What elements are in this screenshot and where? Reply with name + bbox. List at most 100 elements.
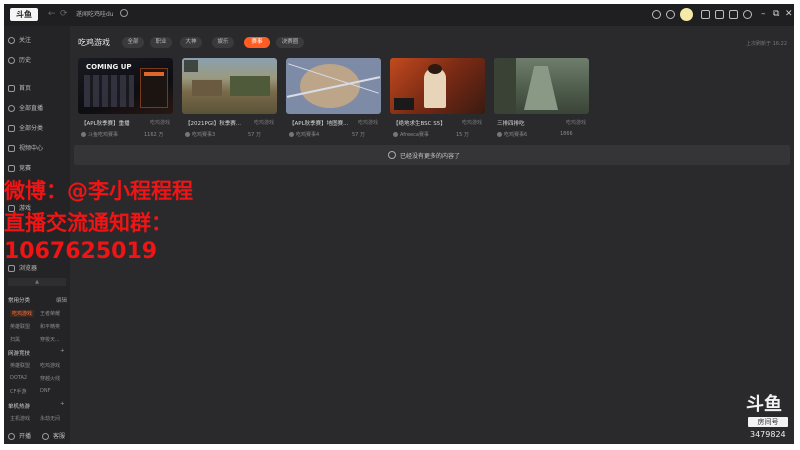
sidebar-item-label: 浏览器 [19, 265, 38, 272]
chip-filter[interactable]: 决赛圈 [276, 37, 304, 48]
category-item[interactable]: 吃鸡游戏 [40, 362, 60, 369]
avatar-icon [497, 132, 502, 137]
card-category[interactable]: 吃鸡游戏 [358, 119, 378, 126]
card-category[interactable]: 吃鸡游戏 [254, 119, 274, 126]
refresh-icon[interactable]: ⟳ [60, 9, 68, 19]
chip-filter-active[interactable]: 赛事 [244, 37, 270, 48]
browser-icon [8, 265, 15, 272]
category-item[interactable]: 主机游戏 [10, 415, 30, 422]
stream-thumbnail[interactable]: COMING UP [78, 58, 173, 114]
restore-button[interactable]: ⧉ [773, 9, 779, 19]
card-views: 57 万 [352, 132, 365, 138]
stream-card[interactable]: COMING UP 【APL秋季赛】重播 吃鸡游戏 斗鱼吃鸡赛事 1162 万 [78, 58, 173, 141]
chip-filter[interactable]: 职业 [150, 37, 172, 48]
card-title[interactable]: 【APL秋季赛】重播 [81, 119, 147, 127]
card-category[interactable]: 吃鸡游戏 [566, 119, 586, 126]
stream-card[interactable]: 【2021PGI】秋季赛... 吃鸡游戏 吃鸡赛事3 57 万 [182, 58, 277, 141]
close-button[interactable]: ✕ [785, 9, 793, 19]
expand-plus-icon[interactable]: + [60, 401, 65, 407]
stream-thumbnail[interactable] [286, 58, 381, 114]
category-item[interactable]: 吃鸡游戏 [10, 310, 35, 317]
category-item[interactable]: 扫黑 [10, 336, 20, 343]
category-item[interactable]: 穿越火线 [40, 375, 60, 382]
minimize-button[interactable]: – [761, 9, 766, 19]
history-clock-icon[interactable] [652, 10, 661, 19]
card-streamer: 吃鸡赛事6 [497, 131, 527, 138]
edit-categories-button[interactable]: 编辑 [56, 296, 67, 304]
sidebar-item-all-categories[interactable]: 全部分类 [8, 124, 43, 133]
category-item[interactable]: DNF [40, 388, 50, 394]
card-streamer: 斗鱼吃鸡赛事 [81, 131, 118, 138]
avatar-icon [289, 132, 294, 137]
category-item[interactable]: 永劫无间 [40, 415, 60, 422]
avatar-icon [185, 132, 190, 137]
stream-thumbnail[interactable] [390, 58, 485, 114]
user-avatar[interactable] [680, 8, 693, 21]
check-circle-icon [388, 151, 396, 159]
trophy-icon [8, 165, 15, 172]
settings-gear-icon[interactable] [743, 10, 752, 19]
card-streamer: 吃鸡赛事3 [185, 131, 215, 138]
category-item[interactable]: 王者荣耀 [40, 310, 60, 317]
start-live-button[interactable]: 开播 [8, 432, 31, 441]
stream-thumbnail[interactable] [494, 58, 589, 114]
chip-filter[interactable]: 大神 [180, 37, 202, 48]
broadcast-icon [8, 433, 15, 440]
task-check-icon[interactable] [701, 10, 710, 19]
collapse-button[interactable]: ▲ [8, 278, 66, 286]
card-streamer: Afreeca赛事 [393, 131, 429, 138]
category-item[interactable]: DOTA2 [10, 375, 27, 381]
page-title: 吃鸡游戏 [78, 38, 110, 47]
sidebar-item-esports[interactable]: 竞赛 [8, 164, 31, 173]
category-item[interactable]: CF手游 [10, 388, 26, 395]
card-title[interactable]: 【APL秋季赛】地图赛... [289, 119, 355, 127]
customer-service-button[interactable]: 客服 [42, 432, 65, 441]
sidebar-item-home[interactable]: 首页 [8, 84, 31, 93]
sidebar-item-label: 开播 [19, 433, 32, 440]
no-more-content-text: 已经没有更多的内容了 [400, 153, 461, 160]
category-item[interactable]: 英雄联盟 [10, 323, 30, 330]
shirt-icon[interactable] [715, 10, 724, 19]
sidebar-item-all-live[interactable]: 全部直播 [8, 104, 43, 113]
video-icon [8, 145, 15, 152]
title-bar: 斗鱼 ← ⟳ 遂闻吃鸡哇du – ⧉ ✕ [4, 4, 794, 26]
card-views: 1866 [560, 131, 573, 137]
card-views: 57 万 [248, 132, 261, 138]
expand-plus-icon[interactable]: + [60, 348, 65, 354]
douyu-watermark-logo: 斗鱼 [746, 394, 782, 415]
card-category[interactable]: 吃鸡游戏 [462, 119, 482, 126]
category-item[interactable]: 穿梭天... [40, 336, 60, 343]
avatar-icon [81, 132, 86, 137]
card-title[interactable]: 【2021PGI】秋季赛... [185, 119, 251, 127]
sidebar-item-video-center[interactable]: 视频中心 [8, 144, 43, 153]
search-icon[interactable] [120, 9, 128, 17]
app-window: 斗鱼 ← ⟳ 遂闻吃鸡哇du – ⧉ ✕ 关注 历史 首页 全部直播 全部分类 … [4, 4, 794, 444]
sidebar-item-label: 视频中心 [19, 145, 44, 152]
category-item[interactable]: 英雄联盟 [10, 362, 30, 369]
chip-filter[interactable]: 娱乐 [212, 37, 234, 48]
category-item[interactable]: 和平精英 [40, 323, 60, 330]
section-mobile-title: 单机热游 [8, 404, 31, 410]
sidebar-item-follow[interactable]: 关注 [8, 36, 31, 45]
sidebar-item-browser[interactable]: 浏览器 [8, 264, 37, 273]
card-title[interactable]: 【绝地求生BSC S5】 [393, 119, 459, 127]
card-title[interactable]: 三排四排吃 [497, 119, 563, 127]
douyu-logo[interactable]: 斗鱼 [10, 8, 38, 21]
heart-icon[interactable] [666, 10, 675, 19]
clock-icon [8, 57, 15, 64]
stream-card[interactable]: 三排四排吃 吃鸡游戏 吃鸡赛事6 1866 [494, 58, 589, 141]
card-category[interactable]: 吃鸡游戏 [150, 119, 170, 126]
stream-thumbnail[interactable] [182, 58, 277, 114]
sidebar-item-label: 全部直播 [19, 105, 44, 112]
overlay-group-text: 直播交流通知群： [4, 211, 172, 235]
message-icon[interactable] [729, 10, 738, 19]
card-views: 1162 万 [144, 132, 164, 138]
sidebar-item-label: 客服 [53, 433, 66, 440]
stream-card[interactable]: 【APL秋季赛】地图赛... 吃鸡游戏 吃鸡赛事4 57 万 [286, 58, 381, 141]
back-arrow-icon[interactable]: ← [48, 9, 56, 19]
sidebar-item-history[interactable]: 历史 [8, 56, 31, 65]
stream-card[interactable]: 【绝地求生BSC S5】 吃鸡游戏 Afreeca赛事 15 万 [390, 58, 485, 141]
grid-icon [8, 125, 15, 132]
chip-filter[interactable]: 全部 [122, 37, 144, 48]
live-icon [8, 105, 15, 112]
